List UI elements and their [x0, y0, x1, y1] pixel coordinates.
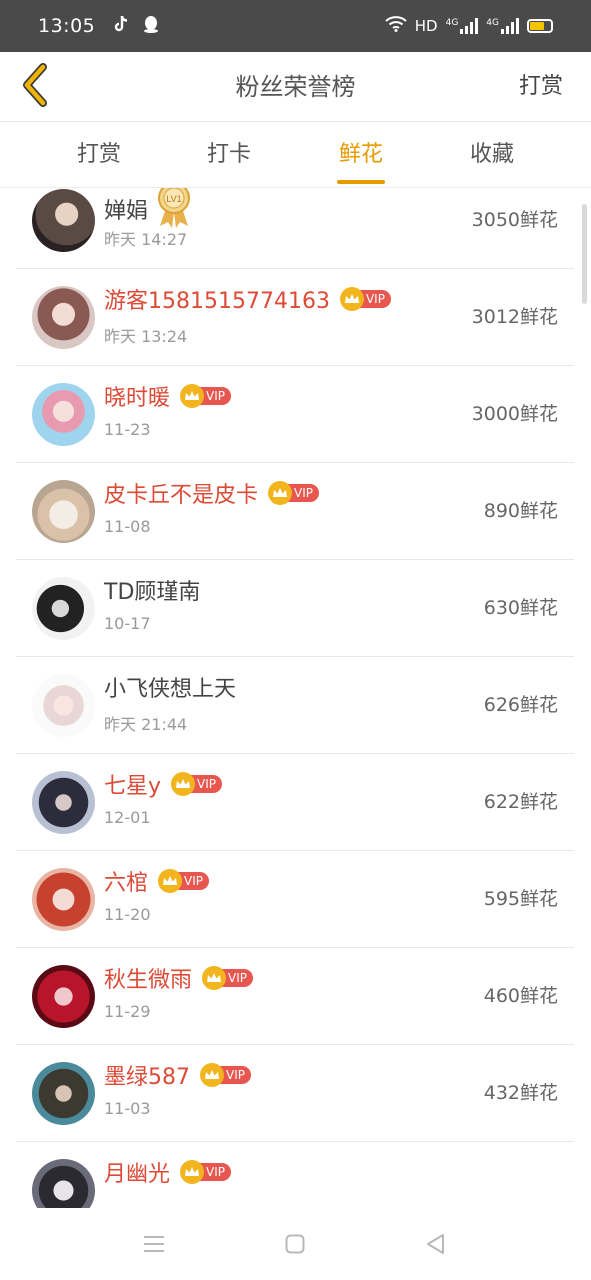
vip-badge: VIP: [171, 772, 223, 796]
tab-favorites[interactable]: 收藏: [447, 122, 537, 188]
fan-time: 12-01: [104, 808, 151, 827]
fan-time: 11-23: [104, 420, 151, 439]
back-button[interactable]: [10, 62, 60, 112]
list-item[interactable]: 皮卡丘不是皮卡 VIP 11-08 890鲜花: [16, 463, 574, 560]
tab-flowers[interactable]: 鲜花: [316, 122, 406, 188]
menu-icon[interactable]: [138, 1228, 170, 1260]
avatar[interactable]: [32, 480, 95, 543]
back-icon[interactable]: [419, 1228, 451, 1260]
level-badge-text: LV1: [166, 194, 181, 204]
flower-count: 622鲜花: [483, 791, 558, 813]
crown-icon: [180, 384, 205, 408]
fan-time: 11-08: [104, 517, 151, 536]
title-bar: 粉丝荣誉榜 打赏: [0, 52, 591, 122]
avatar[interactable]: [32, 965, 95, 1028]
active-tab-indicator: [337, 180, 385, 184]
crown-icon: [200, 1063, 224, 1087]
signal-icon-2: 4G: [486, 18, 519, 34]
list-item[interactable]: 小飞侠想上天 昨天 21:44 626鲜花: [16, 657, 574, 754]
list-item[interactable]: 游客1581515774163 VIP 昨天 13:24 3012鲜花: [16, 269, 574, 366]
list-item[interactable]: 墨绿587 VIP 11-03 432鲜花: [16, 1045, 574, 1142]
flower-count: 432鲜花: [483, 1082, 558, 1104]
fan-name: TD顾瑾南: [104, 580, 201, 605]
avatar[interactable]: [32, 771, 95, 834]
flower-count: 626鲜花: [483, 694, 558, 716]
vip-badge: VIP: [339, 287, 391, 311]
vip-badge: VIP: [158, 869, 209, 893]
avatar[interactable]: [32, 1062, 95, 1125]
flower-count: 3012鲜花: [471, 306, 558, 328]
flower-count: 890鲜花: [483, 500, 558, 522]
fan-name: 六棺: [104, 871, 149, 896]
fan-time: 昨天 13:24: [104, 327, 188, 346]
flower-count: 460鲜花: [483, 985, 558, 1007]
scrollbar[interactable]: [582, 204, 587, 304]
fan-time: 昨天 14:27: [104, 230, 188, 249]
status-time: 13:05: [38, 15, 96, 37]
fan-name: 婵娟: [104, 199, 149, 224]
fan-name: 墨绿587: [104, 1065, 190, 1090]
list-item[interactable]: 秋生微雨 VIP 11-29 460鲜花: [16, 948, 574, 1045]
vip-badge: VIP: [200, 1063, 251, 1087]
fan-name: 小飞侠想上天: [104, 677, 237, 702]
signal-icon: 4G: [446, 18, 479, 34]
flower-count: 3050鲜花: [471, 209, 558, 231]
crown-icon: [171, 772, 196, 796]
flower-count: 595鲜花: [483, 888, 558, 910]
fan-time: 11-29: [104, 1002, 151, 1021]
status-bar: 13:05 HD 4G 4G: [0, 0, 591, 52]
tab-checkin[interactable]: 打卡: [184, 122, 274, 188]
avatar[interactable]: [32, 674, 95, 737]
tab-bar: 打赏 打卡 鲜花 收藏: [0, 122, 591, 188]
chevron-left-icon: [20, 63, 50, 111]
crown-icon: [339, 287, 364, 311]
reward-button[interactable]: 打赏: [519, 52, 563, 122]
fan-time: 11-20: [104, 905, 151, 924]
vip-badge: VIP: [180, 384, 231, 408]
wifi-icon: [385, 16, 407, 36]
avatar[interactable]: [32, 868, 95, 931]
avatar[interactable]: [32, 383, 95, 446]
home-icon[interactable]: [279, 1228, 311, 1260]
system-nav-bar: [0, 1208, 591, 1280]
list-item[interactable]: 婵娟 LV1 昨天 14:27 3050鲜花: [16, 188, 574, 269]
tab-reward[interactable]: 打赏: [54, 122, 144, 188]
page-title: 粉丝荣誉榜: [235, 73, 356, 101]
list-item[interactable]: 晓时暖 VIP 11-23 3000鲜花: [16, 366, 574, 463]
fan-ranking-list[interactable]: 婵娟 LV1 昨天 14:27 3050鲜花 游客1581515774163 V…: [0, 188, 591, 1208]
crown-icon: [268, 481, 293, 505]
list-item[interactable]: TD顾瑾南 10-17 630鲜花: [16, 560, 574, 657]
fan-time: 昨天 21:44: [104, 715, 188, 734]
vip-badge: VIP: [202, 966, 253, 990]
avatar[interactable]: [32, 286, 95, 349]
fan-name: 皮卡丘不是皮卡: [104, 483, 259, 508]
avatar[interactable]: [32, 189, 95, 252]
tiktok-icon: [113, 15, 129, 37]
fan-name: 秋生微雨: [104, 968, 193, 993]
fan-time: 11-03: [104, 1099, 151, 1118]
battery-icon: [527, 19, 553, 33]
crown-icon: [158, 869, 183, 893]
flower-count: 3000鲜花: [471, 403, 558, 425]
avatar[interactable]: [32, 577, 95, 640]
list-item[interactable]: 六棺 VIP 11-20 595鲜花: [16, 851, 574, 948]
qq-icon: [143, 15, 159, 37]
hd-label: HD: [414, 17, 438, 35]
vip-badge: VIP: [268, 481, 319, 505]
list-item[interactable]: 七星y VIP 12-01 622鲜花: [16, 754, 574, 851]
flower-count: 630鲜花: [483, 597, 558, 619]
avatar[interactable]: [32, 1159, 95, 1208]
crown-icon: [180, 1160, 205, 1184]
fan-name: 七星y: [104, 774, 162, 799]
crown-icon: [202, 966, 227, 990]
fan-name: 晓时暖: [104, 386, 171, 411]
vip-badge: VIP: [180, 1160, 231, 1184]
fan-time: 10-17: [104, 614, 151, 633]
fan-name: 游客1581515774163: [104, 289, 330, 314]
list-item[interactable]: 月幽光 VIP: [16, 1142, 574, 1208]
fan-name: 月幽光: [104, 1162, 171, 1187]
